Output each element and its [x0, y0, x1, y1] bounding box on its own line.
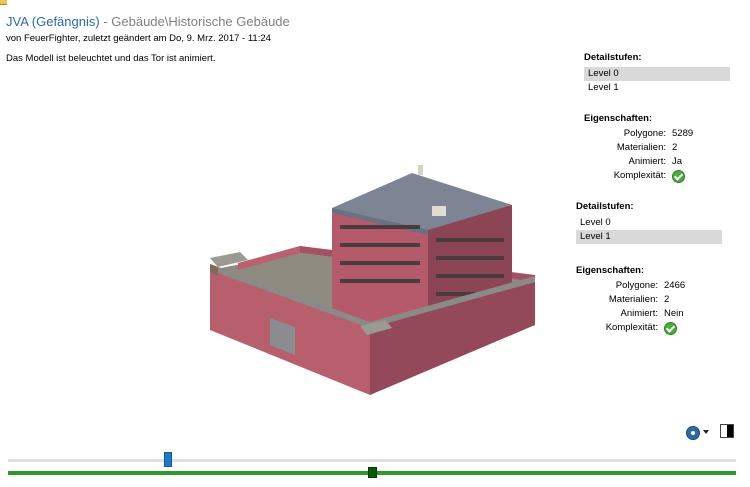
props-grid: Polygone: 5289 Materialien: 2 Animiert: Ja … — [584, 128, 730, 183]
author-byline: von FeuerFighter, zuletzt geändert am Do… — [6, 33, 271, 44]
category-path: Gebäude\Historische Gebäude — [111, 14, 290, 29]
props-panel-b: Eigenschaften: Polygone: 2466 Materialien… — [576, 265, 722, 335]
props-title: Eigenschaften: — [576, 265, 645, 276]
prop-value: Nein — [664, 308, 684, 319]
model-3d-viewport[interactable] — [200, 150, 545, 400]
check-circle-icon — [664, 322, 677, 335]
chevron-down-icon[interactable] — [703, 430, 709, 434]
prop-value: 5289 — [672, 128, 694, 139]
progress-slider-thumb[interactable] — [368, 467, 377, 478]
prop-value: 2 — [672, 142, 678, 153]
level-item-0[interactable]: Level 0 — [576, 216, 722, 230]
model-title[interactable]: JVA (Gefängnis) — [6, 14, 100, 29]
props-panel-a: Eigenschaften: Polygone: 5289 Materialien… — [584, 113, 730, 183]
time-slider-thumb[interactable] — [164, 452, 173, 467]
roof-chimney — [418, 165, 423, 175]
props-title: Eigenschaften: — [584, 113, 653, 124]
detail-title: Detailstufen: — [584, 52, 642, 63]
prop-key: Materialien: — [616, 142, 666, 153]
prop-key: Animiert: — [620, 308, 658, 319]
prop-key: Komplexität: — [613, 170, 666, 181]
time-slider[interactable] — [8, 452, 736, 467]
prop-value: 2 — [664, 294, 670, 305]
page-title: JVA (Gefängnis) - Gebäude\Historische Ge… — [6, 14, 290, 29]
prop-key: Materialien: — [608, 294, 658, 305]
detail-panel-b: Detailstufen: Level 0 Level 1 — [576, 201, 722, 244]
level-item-1[interactable]: Level 1 — [576, 230, 722, 244]
title-separator: - — [99, 14, 112, 29]
prop-key: Komplexität: — [605, 322, 658, 333]
model-description: Das Modell ist beleuchtet und das Tor is… — [6, 53, 216, 64]
progress-slider[interactable] — [8, 467, 736, 478]
detail-panel-a: Detailstufen: Level 0 Level 1 — [584, 52, 730, 95]
prop-key: Polygone: — [615, 280, 658, 291]
prop-value: Ja — [672, 156, 683, 167]
corner-marker — [0, 0, 7, 5]
prop-key: Polygone: — [623, 128, 666, 139]
detail-title: Detailstufen: — [576, 201, 634, 212]
background-toggle-icon[interactable] — [720, 424, 734, 438]
help-circle-icon[interactable] — [686, 426, 700, 440]
props-grid: Polygone: 2466 Materialien: 2 Animiert: Nei… — [576, 280, 722, 335]
level-item-1[interactable]: Level 1 — [584, 81, 730, 95]
level-item-0[interactable]: Level 0 — [584, 67, 730, 81]
roof-hatch — [432, 206, 446, 216]
prison-model-render — [210, 165, 535, 395]
prop-key: Animiert: — [628, 156, 666, 167]
prop-value: 2466 — [664, 280, 686, 291]
check-circle-icon — [672, 170, 685, 183]
